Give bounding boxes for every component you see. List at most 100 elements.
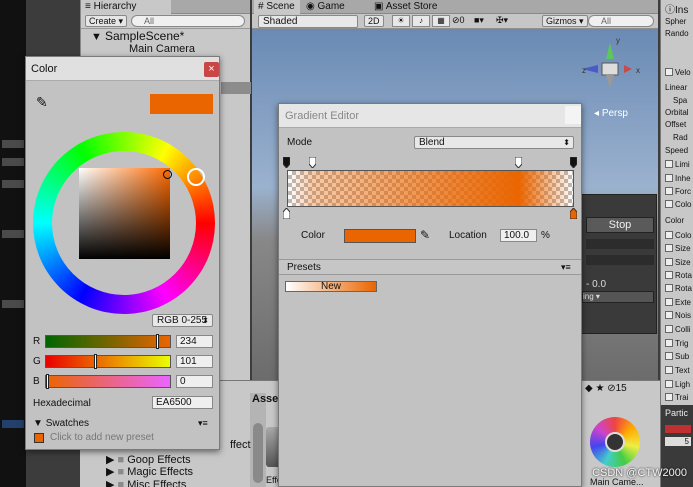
inspector-row[interactable]: Colli [675, 325, 691, 334]
gizmos-dropdown[interactable]: Gizmos ▾ [542, 15, 588, 27]
inspector-row[interactable]: Trai [675, 393, 688, 402]
audio-toggle-icon[interactable]: ♪ [412, 15, 430, 27]
r-value-field[interactable]: 234 [176, 335, 213, 348]
alpha-key-marker[interactable] [308, 156, 317, 169]
create-button[interactable]: Create ▾ [85, 15, 128, 27]
swatch-preset[interactable] [34, 433, 44, 443]
module-checkbox[interactable] [665, 174, 673, 182]
color-key-marker[interactable] [282, 207, 291, 220]
module-checkbox[interactable] [665, 352, 673, 360]
module-checkbox[interactable] [665, 200, 673, 208]
module-checkbox[interactable] [665, 244, 673, 252]
eyedropper-icon[interactable]: ✎ [420, 228, 430, 242]
key-color-field[interactable] [344, 229, 416, 243]
tag-icon[interactable]: ◆ [585, 383, 593, 394]
g-slider-handle[interactable] [93, 354, 97, 369]
module-checkbox[interactable] [665, 298, 673, 306]
module-checkbox[interactable] [665, 187, 673, 195]
close-icon[interactable]: × [204, 62, 219, 77]
inspector-row[interactable]: Nois [675, 311, 691, 320]
inspector-row[interactable]: Ligh [675, 380, 690, 389]
module-checkbox[interactable] [665, 258, 673, 266]
inspector-row[interactable]: Rota [675, 271, 692, 280]
star-icon[interactable]: ★ [595, 383, 604, 394]
inspector-row[interactable]: Size [675, 244, 691, 253]
inspector-row[interactable]: Limi [675, 160, 690, 169]
b-slider[interactable] [45, 374, 171, 389]
hierarchy-search-input[interactable]: All [131, 15, 245, 27]
vertical-scrollbar[interactable] [250, 393, 266, 487]
r-slider-handle[interactable] [156, 334, 160, 349]
particle-dropdown[interactable]: ing ▾ [582, 291, 654, 303]
module-checkbox[interactable] [665, 271, 673, 279]
inspector-row[interactable]: Colo [675, 200, 691, 209]
module-checkbox[interactable] [665, 325, 673, 333]
swatches-header[interactable]: ▼ Swatches [33, 418, 89, 429]
module-checkbox[interactable] [665, 311, 673, 319]
inspector-row[interactable]: Trig [675, 339, 688, 348]
hue-handle[interactable] [187, 168, 205, 186]
swatches-menu-icon[interactable]: ▾≡ [198, 418, 208, 429]
module-checkbox[interactable] [665, 284, 673, 292]
gradient-editor-titlebar[interactable]: Gradient Editor [279, 104, 581, 128]
camera-icon[interactable]: ■▾ [474, 15, 492, 27]
inspector-row[interactable]: Inhe [675, 174, 691, 183]
color-picker-titlebar[interactable]: Color × [26, 57, 219, 81]
alpha-key-marker[interactable] [514, 156, 523, 169]
close-icon[interactable] [565, 106, 581, 124]
sv-handle[interactable] [163, 170, 172, 179]
tab-inspector[interactable]: ⓘIns [661, 0, 693, 16]
tab-hierarchy[interactable]: ≡ Hierarchy [81, 0, 171, 14]
gradient-preview[interactable] [287, 170, 574, 207]
assets-breadcrumb[interactable]: Asse [252, 393, 278, 405]
inspector-row[interactable]: Text [675, 366, 690, 375]
saturation-value-square[interactable] [79, 168, 170, 259]
lighting-toggle-icon[interactable]: ☀ [392, 15, 410, 27]
eye-icon[interactable]: ⊘ [607, 383, 615, 394]
module-checkbox[interactable] [665, 160, 673, 168]
inspector-row[interactable]: Forc [675, 187, 691, 196]
scene-root-row[interactable]: ▼ SampleScene* [91, 30, 261, 44]
module-checkbox[interactable] [665, 366, 673, 374]
color-mode-dropdown[interactable]: RGB 0-255 ⬍ [152, 314, 213, 327]
folder-item-magic-effects[interactable]: ▶ ■ Magic Effects [106, 465, 193, 478]
module-checkbox[interactable] [665, 380, 673, 388]
location-field[interactable]: 100.0 [500, 229, 537, 242]
toggle-2d-button[interactable]: 2D [364, 15, 384, 27]
inspector-row[interactable]: Colo [675, 231, 691, 240]
inspector-row[interactable]: Size [675, 258, 691, 267]
effects-toggle-icon[interactable]: ▦ [432, 15, 450, 27]
hidden-objects-count[interactable]: ⊘0 [452, 15, 472, 27]
hex-value-field[interactable]: EA6500 [152, 396, 213, 409]
tab-asset-store[interactable]: ▣ Asset Store [370, 0, 460, 14]
alpha-key-marker[interactable] [569, 156, 578, 169]
scene-search-input[interactable]: All [588, 15, 654, 27]
inspector-row[interactable]: Sub [675, 352, 689, 361]
r-slider[interactable] [45, 334, 171, 349]
module-checkbox[interactable] [665, 231, 673, 239]
inspector-row[interactable]: Velo [675, 68, 691, 77]
module-checkbox[interactable] [665, 68, 673, 76]
scrollbar-thumb[interactable] [253, 423, 263, 483]
shading-dropdown[interactable]: Shaded [258, 15, 358, 28]
value-field[interactable]: 5 [665, 437, 691, 446]
alpha-key-marker[interactable] [282, 156, 291, 169]
eyedropper-icon[interactable]: ✎ [36, 94, 48, 111]
persp-label[interactable]: ◂ Persp [594, 108, 628, 119]
color-key-marker[interactable] [569, 207, 578, 220]
g-value-field[interactable]: 101 [176, 355, 213, 368]
module-checkbox[interactable] [665, 393, 673, 401]
tab-game[interactable]: ◉ Game [302, 0, 366, 14]
presets-menu-icon[interactable]: ▾≡ [561, 262, 571, 273]
tab-scene[interactable]: # Scene [254, 0, 300, 14]
module-checkbox[interactable] [665, 339, 673, 347]
b-value-field[interactable]: 0 [176, 375, 213, 388]
inspector-row[interactable]: Rota [675, 284, 692, 293]
g-slider[interactable] [45, 354, 171, 369]
tools-icon[interactable]: ✠▾ [496, 15, 514, 27]
mode-dropdown[interactable]: Blend ⬍ [414, 136, 574, 149]
b-slider-handle[interactable] [46, 374, 49, 389]
folder-item-misc-effects[interactable]: ▶ ■ Misc Effects [106, 478, 186, 487]
camera-asset-icon[interactable] [590, 417, 640, 467]
inspector-row[interactable]: Exte [675, 298, 691, 307]
